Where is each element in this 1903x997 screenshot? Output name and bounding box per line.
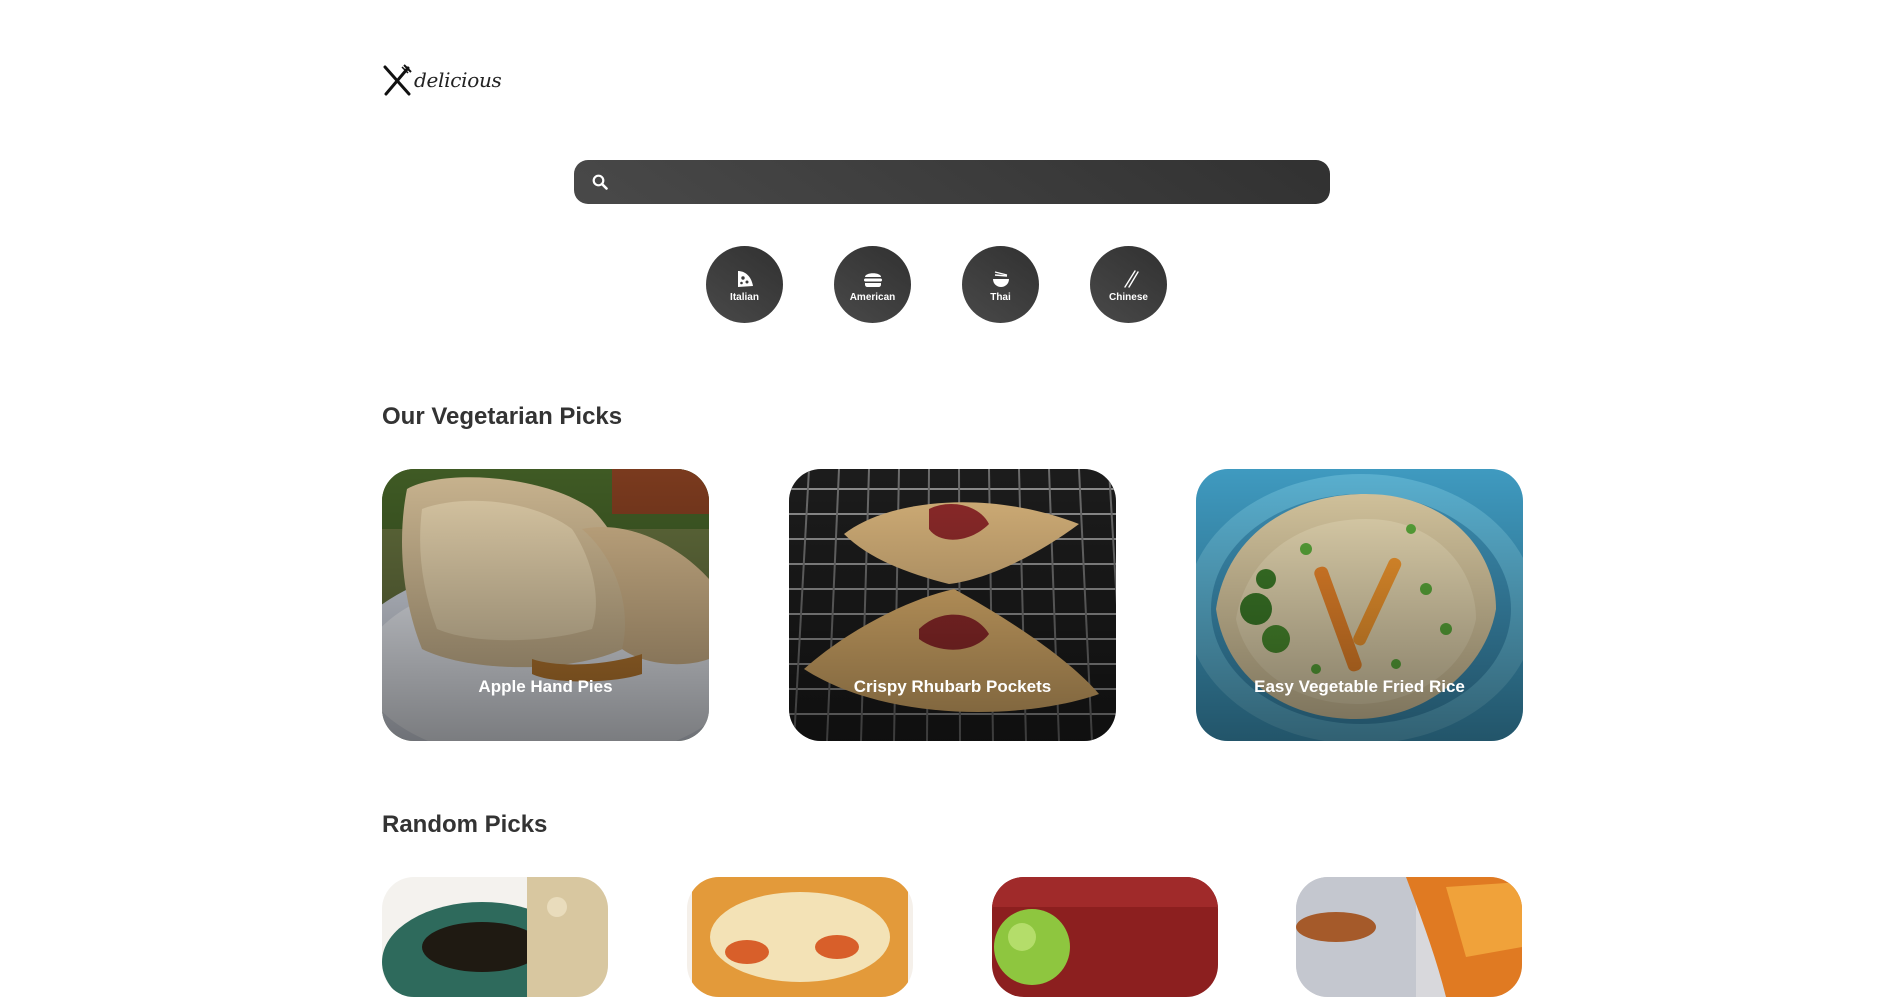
recipe-image	[382, 877, 608, 997]
recipe-image	[992, 877, 1218, 997]
page: delicious Italian American Thai Chinese …	[382, 0, 1523, 997]
category-american[interactable]: American	[834, 246, 911, 323]
category-italian[interactable]: Italian	[706, 246, 783, 323]
recipe-title: Easy Vegetable Fried Rice	[1254, 677, 1465, 696]
recipe-title: Crispy Rhubarb Pockets	[853, 677, 1052, 696]
recipe-image	[687, 877, 913, 997]
category-thai[interactable]: Thai	[962, 246, 1039, 323]
logo[interactable]: delicious	[382, 64, 502, 96]
category-label: Chinese	[1109, 291, 1148, 303]
section-heading-vegetarian: Our Vegetarian Picks	[382, 403, 623, 430]
chopsticks-icon	[1118, 269, 1140, 289]
burger-icon	[862, 269, 884, 289]
noodle-bowl-icon	[990, 269, 1012, 289]
category-chinese[interactable]: Chinese	[1090, 246, 1167, 323]
recipe-card[interactable]	[1296, 877, 1522, 997]
category-nav: Italian American Thai Chinese	[706, 246, 1167, 323]
category-label: Italian	[730, 291, 759, 303]
search-bar[interactable]	[574, 160, 1330, 204]
section-heading-random: Random Picks	[382, 811, 548, 838]
search-input[interactable]	[610, 160, 1330, 204]
search-icon	[590, 172, 610, 192]
fork-knife-icon	[383, 64, 412, 96]
recipe-image	[1296, 877, 1522, 997]
recipe-card[interactable]: Easy Vegetable Fried Rice	[1196, 469, 1523, 741]
logo-text: delicious	[414, 68, 502, 92]
category-label: American	[849, 291, 896, 303]
category-label: Thai	[990, 291, 1011, 303]
image-overlay	[789, 469, 1116, 741]
recipe-card[interactable]	[687, 877, 913, 997]
recipe-title: Apple Hand Pies	[478, 677, 613, 696]
recipe-card[interactable]: Apple Hand Pies	[382, 469, 709, 741]
recipe-card[interactable]	[992, 877, 1218, 997]
recipe-card[interactable]: Crispy Rhubarb Pockets	[789, 469, 1116, 741]
image-overlay	[1196, 469, 1523, 741]
image-overlay	[382, 469, 709, 741]
pizza-icon	[734, 269, 756, 289]
recipe-card[interactable]	[382, 877, 608, 997]
